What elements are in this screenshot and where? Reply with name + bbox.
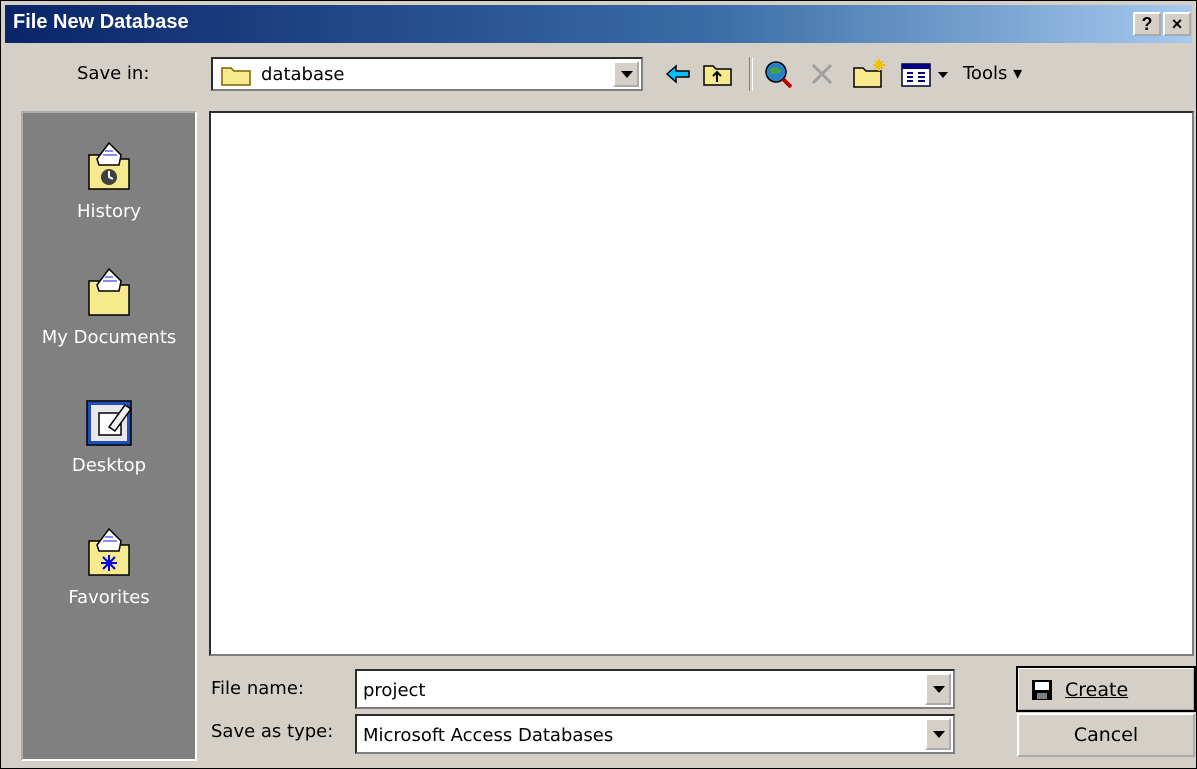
file-name-label: File name: xyxy=(211,678,304,699)
desktop-icon xyxy=(86,400,133,446)
my-documents-folder-icon xyxy=(88,267,130,316)
up-folder-icon[interactable] xyxy=(701,57,735,91)
create-button-label: Create xyxy=(1065,679,1129,701)
save-disk-icon xyxy=(1032,680,1052,700)
back-arrow-icon[interactable] xyxy=(663,57,693,91)
place-desktop[interactable]: Desktop xyxy=(23,391,195,476)
views-dropdown-icon[interactable] xyxy=(937,71,949,79)
place-favorites[interactable]: Favorites xyxy=(23,523,195,608)
save-in-dropdown[interactable]: database xyxy=(211,57,643,91)
create-button[interactable]: Create xyxy=(1016,666,1196,712)
save-in-label: Save in: xyxy=(77,63,150,84)
place-favorites-label: Favorites xyxy=(68,587,150,608)
folder-icon xyxy=(221,67,251,86)
history-folder-icon xyxy=(88,141,130,190)
file-new-database-dialog: File New Database ? × Save in: database xyxy=(0,0,1197,769)
save-as-type-value: Microsoft Access Databases xyxy=(363,725,614,746)
places-bar: History My Documents Desktop Favorites xyxy=(21,111,197,761)
search-web-icon[interactable] xyxy=(761,57,795,91)
new-folder-icon[interactable] xyxy=(851,57,889,91)
tools-menu[interactable]: Tools ▾ xyxy=(963,63,1022,84)
cancel-button-label: Cancel xyxy=(1073,724,1139,746)
close-button[interactable]: × xyxy=(1163,12,1191,36)
favorites-folder-icon xyxy=(88,527,130,576)
save-in-dropdown-button[interactable] xyxy=(613,61,639,87)
save-as-type-dropdown-button[interactable] xyxy=(925,718,951,750)
views-icon[interactable] xyxy=(899,57,933,91)
place-history[interactable]: History xyxy=(23,137,195,222)
save-as-type-combo[interactable]: Microsoft Access Databases xyxy=(355,714,955,754)
file-name-dropdown-button[interactable] xyxy=(925,673,951,705)
cancel-button[interactable]: Cancel xyxy=(1017,713,1195,757)
delete-icon[interactable] xyxy=(807,57,837,91)
place-desktop-label: Desktop xyxy=(71,455,147,476)
file-name-value[interactable]: project xyxy=(363,680,425,701)
save-in-value: database xyxy=(261,64,345,85)
toolbar-separator xyxy=(749,57,753,91)
window-title: File New Database xyxy=(13,11,189,33)
place-my-documents[interactable]: My Documents xyxy=(23,263,195,348)
place-history-label: History xyxy=(76,201,142,222)
file-list[interactable] xyxy=(209,111,1194,656)
place-my-documents-label: My Documents xyxy=(41,327,177,348)
save-as-type-label: Save as type: xyxy=(211,721,334,742)
help-button[interactable]: ? xyxy=(1133,12,1161,36)
title-bar[interactable]: File New Database ? × xyxy=(5,5,1192,43)
file-name-combo[interactable]: project xyxy=(355,669,955,709)
